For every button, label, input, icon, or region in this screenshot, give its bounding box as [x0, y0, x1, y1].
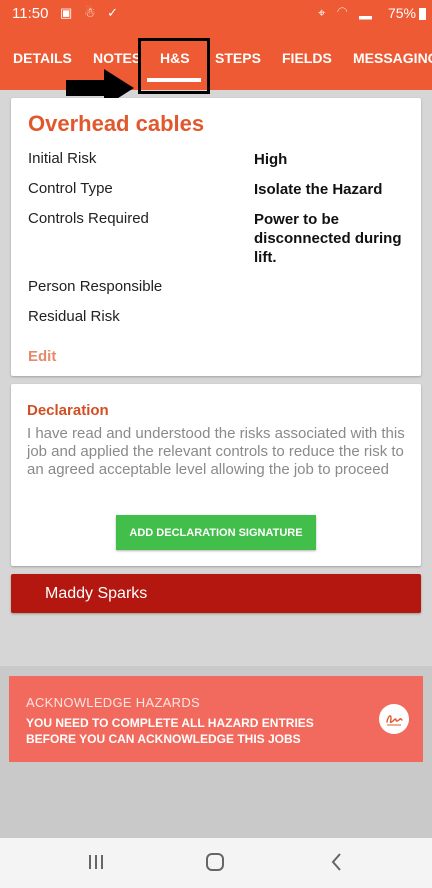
- residual-risk-label: Residual Risk: [28, 308, 120, 325]
- initial-risk-value: High: [254, 151, 288, 168]
- person-responsible-label: Person Responsible: [28, 278, 163, 295]
- navigation-bar: [0, 838, 432, 888]
- recent-apps-icon[interactable]: [84, 850, 108, 874]
- control-type-value: Isolate the Hazard: [254, 181, 383, 198]
- tab-details[interactable]: DETAILS: [13, 50, 72, 66]
- signature-icon[interactable]: [379, 704, 409, 734]
- notification-icons: ▣ ☃ ✓: [60, 5, 123, 20]
- hazard-card: Overhead cables Initial Risk High Contro…: [11, 98, 421, 376]
- acknowledge-message: YOU NEED TO COMPLETE ALL HAZARD ENTRIES …: [26, 716, 314, 746]
- acknowledge-title: ACKNOWLEDGE HAZARDS: [26, 695, 201, 710]
- declaration-text: I have read and understood the risks ass…: [27, 425, 405, 478]
- status-time: 11:50: [12, 5, 49, 22]
- home-icon[interactable]: [203, 850, 227, 874]
- battery-level: 75%: [387, 5, 416, 21]
- declaration-title: Declaration: [27, 402, 109, 419]
- person-responsible-bar[interactable]: Maddy Sparks: [11, 574, 421, 613]
- highlight-box: [138, 38, 210, 94]
- controls-required-label: Controls Required: [28, 210, 149, 227]
- control-type-label: Control Type: [28, 180, 113, 197]
- edit-link[interactable]: Edit: [28, 348, 56, 365]
- tab-steps[interactable]: STEPS: [215, 50, 261, 66]
- person-name: Maddy Sparks: [45, 585, 148, 602]
- back-icon[interactable]: [325, 850, 349, 874]
- add-signature-button[interactable]: ADD DECLARATION SIGNATURE: [116, 515, 316, 550]
- initial-risk-label: Initial Risk: [28, 150, 97, 167]
- declaration-card: Declaration I have read and understood t…: [11, 384, 421, 566]
- battery-icon: [419, 8, 426, 20]
- hazard-title: Overhead cables: [28, 111, 205, 136]
- controls-required-value: Power to be disconnected during lift.: [254, 211, 402, 266]
- tab-messaging[interactable]: MESSAGING: [353, 50, 432, 66]
- status-bar: 11:50 ▣ ☃ ✓ ⌖ ◠ ▂ 75%: [0, 0, 432, 28]
- tab-notes[interactable]: NOTES: [93, 50, 141, 66]
- system-icons: ⌖ ◠ ▂: [318, 5, 376, 20]
- acknowledge-banner[interactable]: ACKNOWLEDGE HAZARDS YOU NEED TO COMPLETE…: [9, 676, 423, 762]
- tab-fields[interactable]: FIELDS: [282, 50, 332, 66]
